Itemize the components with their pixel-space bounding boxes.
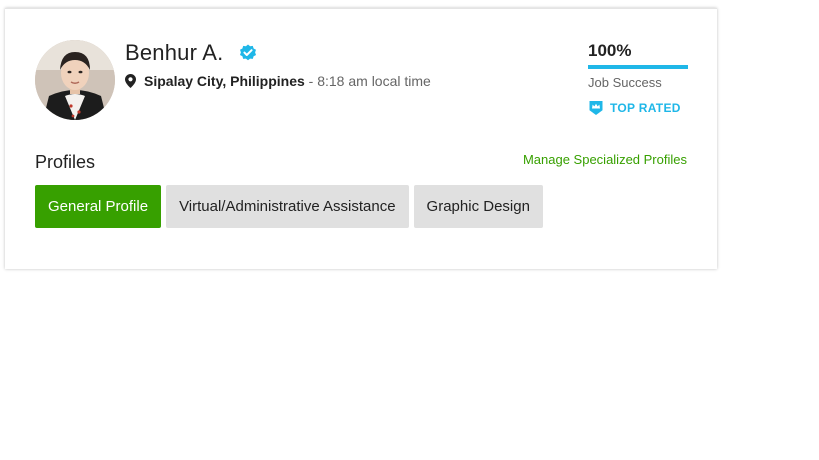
tab-virtual-administrative-assistance[interactable]: Virtual/Administrative Assistance (166, 185, 409, 228)
tab-graphic-design[interactable]: Graphic Design (413, 185, 543, 228)
profile-card: Benhur A. Sipalay City, Philippines - 8:… (5, 8, 717, 269)
job-success-stats: 100% Job Success TOP RATED (588, 41, 688, 116)
location-city: Sipalay City, Philippines (144, 73, 305, 89)
local-time: - 8:18 am local time (304, 73, 431, 89)
job-success-bar-fill (588, 65, 688, 69)
avatar-photo (35, 40, 115, 120)
tab-general-profile[interactable]: General Profile (35, 185, 162, 228)
job-success-label: Job Success (588, 75, 662, 90)
manage-specialized-profiles-link[interactable]: Manage Specialized Profiles (523, 152, 687, 167)
verified-badge-icon (239, 44, 257, 62)
top-rated-badge: TOP RATED (588, 100, 688, 116)
profiles-heading: Profiles (35, 152, 96, 172)
profile-tabs: General Profile Virtual/Administrative A… (35, 185, 543, 228)
top-rated-badge-icon (589, 101, 603, 115)
avatar[interactable] (35, 40, 115, 120)
job-success-bar (588, 65, 688, 69)
map-pin-icon (125, 74, 136, 91)
freelancer-name: Benhur A. (125, 40, 224, 65)
top-rated-label: TOP RATED (610, 101, 681, 115)
location-row: Sipalay City, Philippines - 8:18 am loca… (125, 73, 431, 91)
job-success-value: 100% (588, 41, 632, 60)
